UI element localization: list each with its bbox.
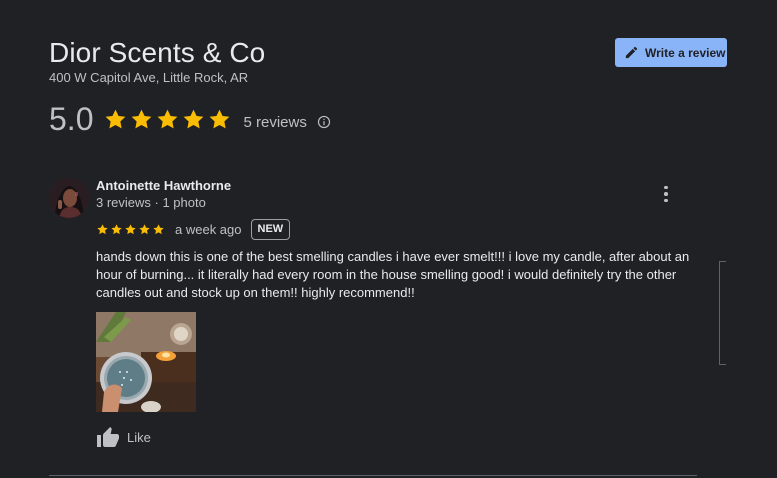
thumb-up-icon (97, 427, 119, 447)
rating-stars (103, 107, 232, 132)
new-badge: NEW (250, 218, 291, 240)
write-review-button[interactable]: Write a review (615, 38, 727, 67)
star-icon (153, 223, 164, 234)
like-label: Like (127, 429, 151, 445)
review-photo[interactable] (96, 312, 196, 412)
star-icon (111, 223, 122, 234)
like-button[interactable]: Like (96, 426, 151, 448)
review-rating-row: a week ago NEW (96, 218, 291, 240)
pencil-icon (625, 46, 638, 59)
star-icon (97, 223, 108, 234)
review-text: hands down this is one of the best smell… (96, 249, 690, 300)
business-address: 400 W Capitol Ave, Little Rock, AR (49, 70, 249, 85)
divider (49, 475, 697, 476)
star-icon (132, 109, 152, 128)
star-icon (210, 109, 230, 128)
reviewer-meta: 3 reviews · 1 photo (96, 195, 206, 210)
more-vert-icon[interactable] (656, 184, 676, 204)
business-name: Dior Scents & Co (49, 37, 266, 68)
write-review-label: Write a review (645, 45, 726, 60)
star-icon (125, 223, 136, 234)
scrollbar[interactable] (719, 261, 726, 365)
reviews-count: 5 reviews (243, 113, 307, 131)
rating-value: 5.0 (49, 100, 94, 137)
star-icon (139, 223, 150, 234)
star-icon (106, 109, 126, 128)
info-icon[interactable] (317, 115, 331, 129)
review-stars (96, 223, 165, 236)
star-icon (184, 109, 204, 128)
star-icon (158, 109, 178, 128)
avatar[interactable] (49, 178, 89, 218)
review-time: a week ago (175, 221, 242, 237)
rating-summary: 5.0 5 reviews (49, 100, 331, 138)
reviewer-name[interactable]: Antoinette Hawthorne (96, 178, 231, 193)
